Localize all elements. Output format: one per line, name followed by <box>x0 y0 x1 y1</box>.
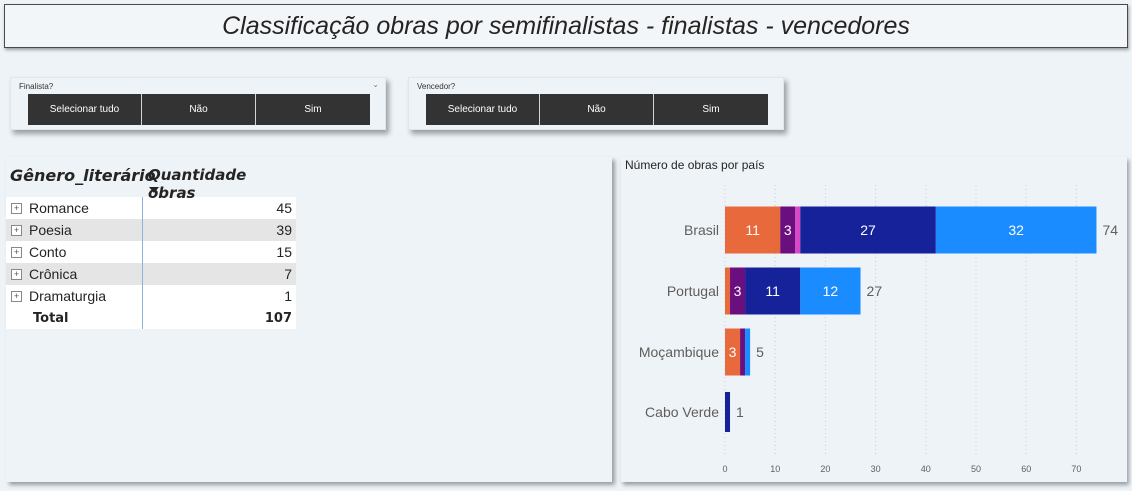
expand-icon[interactable]: + <box>11 290 22 302</box>
total-value: 107 <box>264 310 292 326</box>
category-label: Brasil <box>684 222 719 238</box>
bar-segment <box>795 206 801 254</box>
matrix-panel: Gênero_literário Quantidade obras + Roman… <box>6 157 612 482</box>
x-tick-label: 20 <box>820 464 830 474</box>
bar-segment <box>725 267 731 315</box>
total-label: Total <box>6 307 143 329</box>
row-qty: 1 <box>284 288 292 304</box>
x-tick-label: 60 <box>1021 464 1031 474</box>
bar-data-label: 32 <box>1008 222 1024 238</box>
finalista-sim-button[interactable]: Sim <box>256 94 370 125</box>
bar-data-label: 11 <box>765 283 780 299</box>
report-title: Classificação obras por semifinalistas -… <box>4 4 1128 48</box>
x-tick-label: 0 <box>722 464 727 474</box>
category-label: Moçambique <box>639 344 719 360</box>
row-qty: 45 <box>276 200 292 216</box>
row-qty: 39 <box>276 222 292 238</box>
header-quantity[interactable]: Quantidade obras <box>142 161 296 202</box>
report-title-text: Classificação obras por semifinalistas -… <box>222 11 910 40</box>
header-quantity-label: Quantidade obras <box>148 166 247 202</box>
bar-total-label: 1 <box>736 404 744 420</box>
category-label: Portugal <box>667 283 719 299</box>
expand-icon[interactable]: + <box>11 202 22 214</box>
matrix-header: Gênero_literário Quantidade obras <box>6 161 296 202</box>
bar-total-label: 74 <box>1102 222 1118 238</box>
expand-icon[interactable]: + <box>11 246 22 258</box>
country-bar-chart: 0 10 20 30 40 50 60 70 Brasil Portugal Moçambique C… <box>639 185 1118 474</box>
bar-data-label: 12 <box>823 283 839 299</box>
sort-descending-icon <box>149 187 159 193</box>
vencedor-select-all-button[interactable]: Selecionar tudo <box>426 94 540 125</box>
x-tick-label: 40 <box>921 464 931 474</box>
category-label: Cabo Verde <box>645 404 719 420</box>
x-tick-label: 30 <box>871 464 881 474</box>
row-genre: Dramaturgia <box>29 288 107 304</box>
row-qty: 15 <box>276 244 292 260</box>
table-row[interactable]: + Poesia 39 <box>6 219 296 241</box>
slicer-finalista-options: Selecionar tudo Não Sim <box>28 94 370 125</box>
x-tick-label: 50 <box>971 464 981 474</box>
bar-total-label: 27 <box>867 283 883 299</box>
finalista-nao-button[interactable]: Não <box>142 94 256 125</box>
genre-matrix: Gênero_literário Quantidade obras + Roman… <box>6 161 296 329</box>
row-genre: Romance <box>29 200 89 216</box>
x-tick-label: 10 <box>770 464 780 474</box>
bar-data-label: 3 <box>784 222 792 238</box>
chevron-down-icon[interactable]: ⌄ <box>372 80 379 89</box>
bar-data-label: 3 <box>734 283 742 299</box>
row-qty: 7 <box>284 266 292 282</box>
table-row[interactable]: + Dramaturgia 1 <box>6 285 296 307</box>
vencedor-nao-button[interactable]: Não <box>540 94 654 125</box>
bar-total-label: 5 <box>756 344 764 360</box>
slicer-vencedor-options: Selecionar tudo Não Sim <box>426 94 768 125</box>
slicer-finalista: Finalista? ⌄ Selecionar tudo Não Sim <box>10 77 386 130</box>
x-tick-label: 70 <box>1071 464 1081 474</box>
slicer-vencedor-label: Vencedor? <box>417 82 456 91</box>
row-genre: Conto <box>29 244 67 260</box>
bar-segment <box>740 328 746 376</box>
chart-panel: Número de obras por país 0 10 20 30 40 50 60 70… <box>621 157 1127 482</box>
vencedor-sim-button[interactable]: Sim <box>654 94 768 125</box>
table-row[interactable]: + Conto 15 <box>6 241 296 263</box>
bar-segment <box>725 392 731 432</box>
header-genre[interactable]: Gênero_literário <box>6 161 156 185</box>
row-genre: Poesia <box>29 222 72 238</box>
total-row: Total 107 <box>6 307 296 329</box>
slicer-finalista-label: Finalista? <box>19 82 54 91</box>
expand-icon[interactable]: + <box>11 224 22 236</box>
bar-data-label: 3 <box>729 344 737 360</box>
bar-data-label: 11 <box>745 222 760 238</box>
row-genre: Crônica <box>29 266 78 282</box>
slicer-vencedor: Vencedor? Selecionar tudo Não Sim <box>408 77 784 130</box>
finalista-select-all-button[interactable]: Selecionar tudo <box>28 94 142 125</box>
bar-data-label: 27 <box>860 222 876 238</box>
bar-segment <box>745 328 751 376</box>
table-row[interactable]: + Crônica 7 <box>6 263 296 285</box>
expand-icon[interactable]: + <box>11 268 22 280</box>
